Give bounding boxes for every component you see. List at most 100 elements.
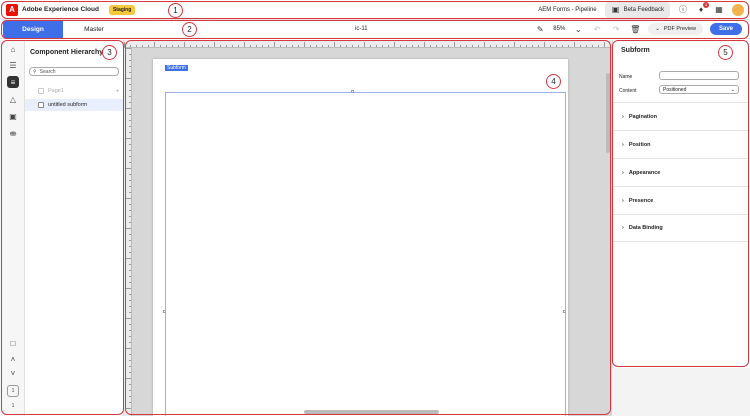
ruler-tick (129, 222, 131, 223)
ruler-tick (129, 246, 131, 247)
ruler-tick (460, 45, 461, 47)
tab-design[interactable]: Design (3, 20, 63, 38)
resize-handle[interactable] (351, 90, 354, 93)
bell-icon[interactable]: ♦ 4 (696, 1, 709, 15)
chevron-down-icon[interactable]: ⌄ (572, 23, 584, 35)
org-context[interactable]: AEM Forms - Pipeline (538, 7, 596, 13)
ruler-tick (454, 42, 455, 47)
ruler-tick (376, 45, 377, 47)
panel-footer (612, 368, 750, 416)
undo-icon[interactable]: ↶ (591, 23, 603, 35)
ruler-tick (129, 384, 131, 385)
ruler-tick (262, 45, 263, 47)
form-page[interactable] (153, 59, 568, 416)
brand[interactable]: A Adobe Experience Cloud Staging (6, 3, 136, 16)
ruler-tick (126, 258, 131, 259)
search-placeholder: Search (39, 68, 56, 75)
ruler-tick (148, 45, 149, 47)
chevron-down-page-icon[interactable]: ˅ (7, 367, 19, 379)
ruler-tick (358, 45, 359, 47)
tab-master[interactable]: Master (63, 20, 125, 38)
avatar[interactable] (732, 3, 744, 16)
ruler-tick (142, 45, 143, 47)
menu-icon[interactable]: ☰ (7, 59, 19, 71)
section-data-binding[interactable]: › Data Binding (613, 214, 749, 242)
accessibility-icon[interactable]: ✎ (534, 23, 546, 35)
properties-title: Subform (621, 47, 650, 54)
page-checkbox-icon (38, 88, 44, 94)
vertical-scrollbar[interactable] (606, 73, 610, 153)
help-icon[interactable]: ⓘ (678, 5, 688, 15)
subform-selection[interactable] (165, 92, 566, 416)
ruler-tick (129, 156, 131, 157)
ruler-tick (574, 42, 575, 47)
ruler-tick (340, 45, 341, 47)
section-appearance[interactable]: › Appearance (613, 158, 749, 186)
save-button[interactable]: Save (709, 23, 742, 35)
design-canvas[interactable] (124, 40, 612, 416)
chevron-down-icon: ⌄ (730, 86, 735, 93)
ruler-tick (126, 78, 131, 79)
content-select[interactable]: Positioned ⌄ (659, 85, 739, 94)
pdf-preview-button[interactable]: ⌄ PDF Preview (648, 23, 703, 35)
ruler-tick (126, 288, 131, 289)
tree-item-page1[interactable]: Page1 ● (25, 85, 124, 97)
ruler-tick (129, 66, 131, 67)
ruler-tick (490, 45, 491, 47)
ruler-tick (610, 45, 611, 47)
ruler-tick (466, 45, 467, 47)
tree-item-untitled-subform[interactable]: untitled subform (25, 99, 124, 111)
zoom-level[interactable]: 85% (553, 26, 565, 32)
ruler-tick (129, 282, 131, 283)
horizontal-scrollbar[interactable] (304, 410, 439, 414)
ruler-tick (129, 60, 131, 61)
page-number[interactable]: 1 (7, 385, 19, 397)
left-rail: ⌂ ☰ ≡ △ ▣ ⛂ □ ˄ ˅ 1 1 (0, 40, 25, 416)
ruler-tick (129, 84, 131, 85)
ruler-tick (202, 45, 203, 47)
ruler-tick (400, 45, 401, 47)
ruler-tick (129, 216, 131, 217)
beta-feedback-button[interactable]: ▣ Beta Feedback (604, 1, 670, 18)
ruler-tick (129, 294, 131, 295)
ruler-tick (196, 45, 197, 47)
ruler-tick (129, 372, 131, 373)
annotation-label-1: 1 (168, 3, 183, 18)
beta-feedback-label: Beta Feedback (623, 6, 664, 13)
ruler-tick (126, 48, 131, 49)
add-page-icon[interactable]: □ (7, 337, 19, 349)
ruler-tick (526, 45, 527, 47)
ruler-tick (129, 102, 131, 103)
ruler-tick (154, 42, 155, 47)
ruler-tick (129, 72, 131, 73)
ruler-tick (129, 204, 131, 205)
section-presence[interactable]: › Presence (613, 186, 749, 214)
image-icon[interactable]: ▣ (7, 110, 19, 122)
ruler-tick (129, 54, 131, 55)
resize-handle[interactable] (163, 310, 166, 313)
section-position[interactable]: › Position (613, 130, 749, 158)
ruler-tick (172, 45, 173, 47)
ruler-tick (484, 42, 485, 47)
ruler-tick (280, 45, 281, 47)
ruler-tick (346, 45, 347, 47)
hierarchy-icon[interactable]: ≡ (7, 76, 19, 88)
chevron-up-icon[interactable]: ˄ (7, 353, 19, 365)
content-value: Positioned (663, 86, 687, 93)
ruler-tick (538, 45, 539, 47)
home-icon[interactable]: ⌂ (7, 43, 19, 55)
ruler-tick (328, 45, 329, 47)
ruler-tick (129, 270, 131, 271)
components-icon[interactable]: △ (7, 93, 19, 105)
search-input[interactable]: ⚲ Search (29, 67, 119, 76)
redo-icon[interactable]: ↷ (610, 23, 622, 35)
data-source-icon[interactable]: ⛂ (7, 127, 19, 139)
ruler-tick (129, 390, 131, 391)
adobe-logo-icon: A (6, 3, 18, 16)
apps-grid-icon[interactable]: ▦ (714, 5, 724, 15)
trash-icon[interactable]: 🗑 (629, 23, 641, 35)
name-field[interactable] (659, 71, 739, 80)
section-pagination[interactable]: › Pagination (613, 102, 749, 130)
resize-handle[interactable] (563, 310, 566, 313)
name-label: Name (619, 74, 633, 80)
